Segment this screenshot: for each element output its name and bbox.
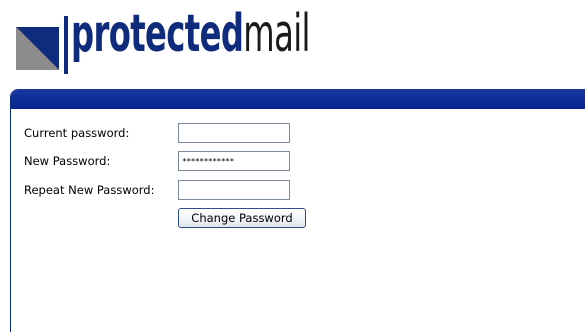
change-password-page: protectedmail Current password: New Pass… xyxy=(0,0,585,332)
repeat-new-password-row: Repeat New Password: xyxy=(24,180,324,202)
new-password-input[interactable] xyxy=(178,151,290,171)
new-password-row: New Password: xyxy=(24,151,324,173)
logo-text-bold: protected xyxy=(71,4,244,64)
logo-triangle-icon xyxy=(16,27,59,70)
panel-header-bar xyxy=(11,89,585,109)
new-password-label: New Password: xyxy=(24,154,111,168)
logo-wordmark: protectedmail xyxy=(71,8,311,60)
repeat-new-password-input[interactable] xyxy=(178,180,290,200)
repeat-new-password-label: Repeat New Password: xyxy=(24,183,155,197)
logo-divider-bar xyxy=(64,16,68,74)
current-password-label: Current password: xyxy=(24,126,130,140)
current-password-row: Current password: xyxy=(24,123,324,145)
logo-text-light: mail xyxy=(243,4,310,64)
protectedmail-logo: protectedmail xyxy=(16,8,456,74)
change-password-button[interactable]: Change Password xyxy=(178,208,306,228)
current-password-input[interactable] xyxy=(178,123,290,143)
